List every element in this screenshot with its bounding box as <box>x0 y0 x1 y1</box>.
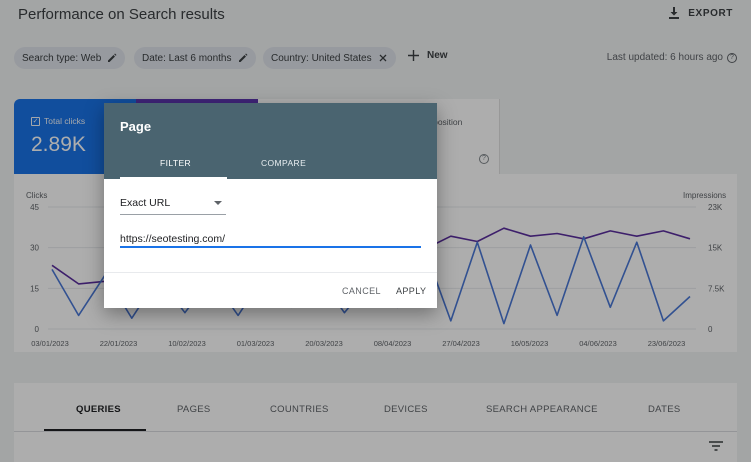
dialog-tab-filter[interactable]: FILTER <box>160 158 191 168</box>
dialog-tab-compare[interactable]: COMPARE <box>261 158 306 168</box>
dialog-title: Page <box>120 119 152 134</box>
match-type-select[interactable]: Exact URL <box>120 190 226 215</box>
dialog-divider <box>104 272 437 273</box>
dialog-active-tab-indicator <box>120 177 227 179</box>
page-filter-dialog: Page FILTER COMPARE Exact URL CANCEL APP… <box>104 103 437 308</box>
url-input[interactable] <box>120 231 421 248</box>
dropdown-arrow-icon <box>214 201 222 205</box>
match-type-value: Exact URL <box>120 197 171 209</box>
cancel-button[interactable]: CANCEL <box>342 286 381 296</box>
apply-button[interactable]: APPLY <box>396 286 426 296</box>
dialog-header: Page FILTER COMPARE <box>104 103 437 179</box>
